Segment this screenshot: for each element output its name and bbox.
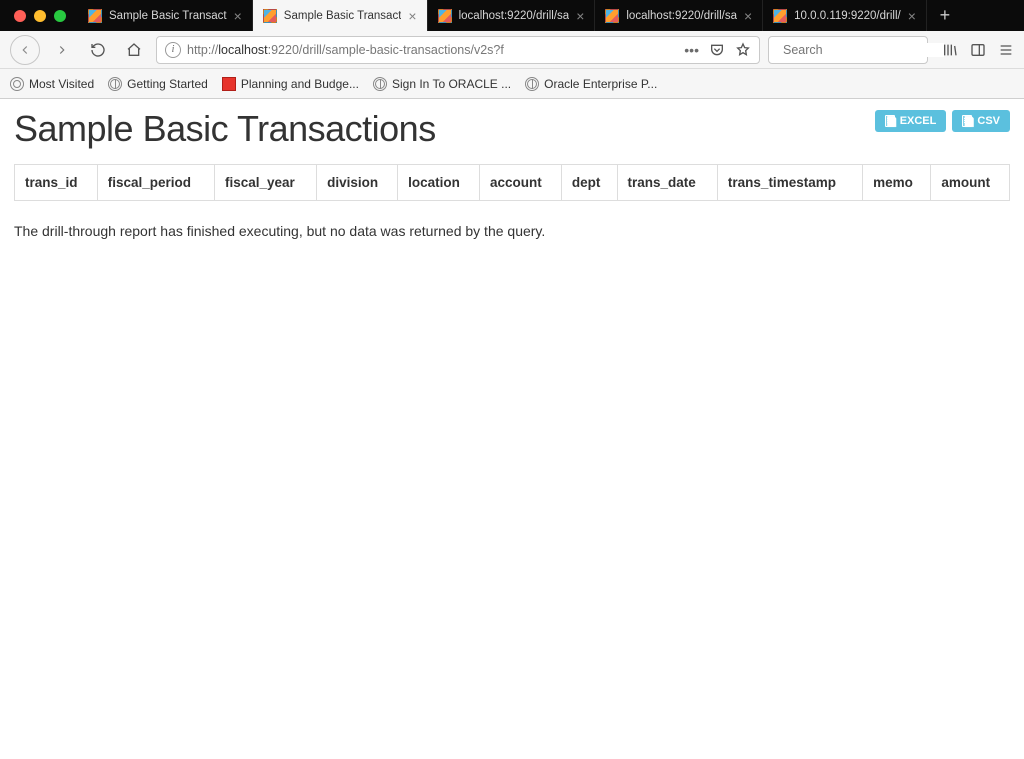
bookmark-item[interactable]: Sign In To ORACLE ...: [373, 77, 511, 91]
forward-button[interactable]: [48, 36, 76, 64]
search-box[interactable]: [768, 36, 928, 64]
bookmark-favicon-icon: [373, 77, 387, 91]
status-message: The drill-through report has finished ex…: [14, 223, 1010, 239]
url-text: http://localhost:9220/drill/sample-basic…: [187, 43, 678, 57]
bookmark-item[interactable]: Getting Started: [108, 77, 208, 91]
column-header[interactable]: trans_id: [15, 165, 98, 201]
browser-tab[interactable]: localhost:9220/drill/sa ×: [428, 0, 596, 31]
reload-button[interactable]: [84, 36, 112, 64]
bookmark-label: Planning and Budge...: [241, 77, 359, 91]
address-bar[interactable]: i http://localhost:9220/drill/sample-bas…: [156, 36, 760, 64]
column-header[interactable]: fiscal_period: [97, 165, 214, 201]
tab-close-button[interactable]: ×: [908, 9, 916, 23]
column-header[interactable]: amount: [931, 165, 1010, 201]
export-excel-button[interactable]: EXCEL: [875, 110, 947, 132]
export-csv-label: CSV: [977, 115, 1000, 127]
column-header[interactable]: trans_date: [617, 165, 717, 201]
pocket-icon[interactable]: [709, 42, 725, 58]
browser-tab[interactable]: Sample Basic Transact ×: [253, 0, 428, 31]
browser-tab[interactable]: 10.0.0.119:9220/drill/ ×: [763, 0, 927, 31]
browser-nav-bar: i http://localhost:9220/drill/sample-bas…: [0, 31, 1024, 69]
window-minimize-button[interactable]: [34, 10, 46, 22]
bookmark-label: Oracle Enterprise P...: [544, 77, 657, 91]
column-header[interactable]: account: [479, 165, 561, 201]
bookmarks-bar: Most Visited Getting Started Planning and …: [0, 69, 1024, 99]
tab-close-button[interactable]: ×: [744, 9, 752, 23]
bookmark-item[interactable]: Oracle Enterprise P...: [525, 77, 657, 91]
results-table: trans_idfiscal_periodfiscal_yeardivision…: [14, 164, 1010, 201]
bookmark-item[interactable]: Planning and Budge...: [222, 77, 359, 91]
back-button[interactable]: [10, 35, 40, 65]
site-info-icon[interactable]: i: [165, 42, 181, 58]
bookmark-label: Getting Started: [127, 77, 208, 91]
page-title: Sample Basic Transactions: [14, 108, 436, 150]
browser-tab[interactable]: Sample Basic Transact ×: [78, 0, 253, 31]
bookmark-favicon-icon: [525, 77, 539, 91]
home-button[interactable]: [120, 36, 148, 64]
more-actions-icon[interactable]: •••: [684, 42, 699, 58]
window-close-button[interactable]: [14, 10, 26, 22]
toolbar-right: [936, 42, 1014, 58]
tab-title: Sample Basic Transact: [109, 10, 227, 22]
file-icon: [885, 115, 895, 127]
column-header[interactable]: division: [317, 165, 398, 201]
page-content: Sample Basic Transactions EXCEL CSV tran…: [0, 99, 1024, 253]
column-header[interactable]: dept: [561, 165, 617, 201]
library-icon[interactable]: [942, 42, 958, 58]
export-excel-label: EXCEL: [900, 115, 937, 127]
bookmark-favicon-icon: [10, 77, 24, 91]
browser-tab[interactable]: localhost:9220/drill/sa ×: [595, 0, 763, 31]
home-icon: [126, 42, 142, 58]
favicon-icon: [773, 9, 787, 23]
search-input[interactable]: [783, 43, 944, 57]
file-icon: [962, 115, 972, 127]
favicon-icon: [605, 9, 619, 23]
window-controls: [8, 0, 78, 31]
bookmark-label: Most Visited: [29, 77, 94, 91]
bookmark-favicon-icon: [222, 77, 236, 91]
column-header[interactable]: fiscal_year: [215, 165, 317, 201]
arrow-left-icon: [18, 43, 32, 57]
window-zoom-button[interactable]: [54, 10, 66, 22]
bookmark-item[interactable]: Most Visited: [10, 77, 94, 91]
new-tab-button[interactable]: +: [927, 0, 963, 31]
tab-title: localhost:9220/drill/sa: [459, 10, 570, 22]
tab-close-button[interactable]: ×: [576, 9, 584, 23]
column-header[interactable]: location: [398, 165, 480, 201]
sidebar-icon[interactable]: [970, 42, 986, 58]
browser-tab-strip: Sample Basic Transact×Sample Basic Trans…: [0, 0, 1024, 31]
bookmark-star-icon[interactable]: [735, 42, 751, 58]
tab-close-button[interactable]: ×: [234, 9, 242, 23]
column-header[interactable]: memo: [863, 165, 931, 201]
tab-title: 10.0.0.119:9220/drill/: [794, 10, 901, 22]
bookmark-favicon-icon: [108, 77, 122, 91]
favicon-icon: [263, 9, 277, 23]
column-header[interactable]: trans_timestamp: [717, 165, 862, 201]
hamburger-menu-icon[interactable]: [998, 42, 1014, 58]
reload-icon: [90, 42, 106, 58]
tab-title: Sample Basic Transact: [284, 10, 402, 22]
favicon-icon: [438, 9, 452, 23]
bookmark-label: Sign In To ORACLE ...: [392, 77, 511, 91]
export-csv-button[interactable]: CSV: [952, 110, 1010, 132]
tab-title: localhost:9220/drill/sa: [626, 10, 737, 22]
arrow-right-icon: [55, 43, 69, 57]
favicon-icon: [88, 9, 102, 23]
tab-close-button[interactable]: ×: [408, 9, 416, 23]
